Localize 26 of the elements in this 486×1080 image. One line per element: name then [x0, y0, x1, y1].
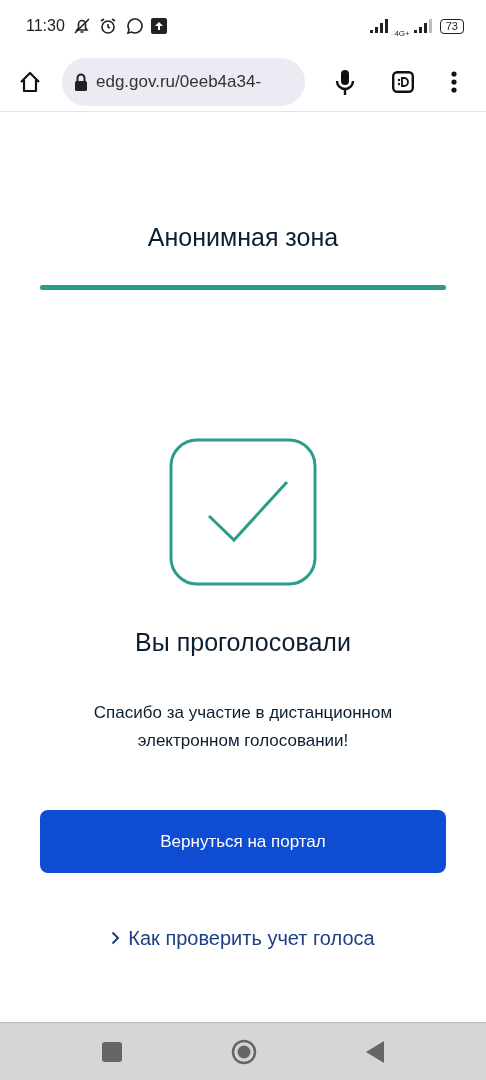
return-button[interactable]: Вернуться на портал: [40, 810, 446, 873]
address-bar[interactable]: edg.gov.ru/0eeb4a34-: [62, 57, 305, 106]
muted-bell-icon: [72, 17, 91, 35]
heading: Вы проголосовали: [135, 627, 351, 656]
page-title: Анонимная зона: [147, 223, 339, 251]
clock: 11:30: [26, 16, 65, 36]
home-button-icon[interactable]: [231, 1038, 257, 1065]
menu-icon[interactable]: [451, 70, 457, 93]
recents-icon[interactable]: [102, 1041, 123, 1062]
chat-icon: [124, 17, 143, 35]
help-link[interactable]: Как проверить учет голоса: [111, 923, 375, 953]
message: Спасибо за участие в дистанционном электронном голосовании!: [93, 703, 393, 750]
signal-icon: [370, 19, 391, 33]
back-icon[interactable]: [365, 1040, 384, 1063]
checkmark-icon: [169, 437, 317, 586]
microphone-icon[interactable]: [335, 67, 355, 96]
tab-switcher-icon[interactable]: [392, 70, 414, 93]
chevron-icon: [111, 931, 121, 945]
upload-icon: [150, 18, 167, 34]
network-type: 4G+: [394, 30, 410, 38]
lock-icon: [74, 72, 88, 91]
alarm-icon: [98, 17, 117, 35]
signal-icon: [413, 19, 432, 33]
battery-indicator: 73: [439, 18, 464, 34]
url-text: edg.gov.ru/0eeb4a34-: [96, 70, 262, 93]
home-icon[interactable]: [18, 69, 42, 94]
